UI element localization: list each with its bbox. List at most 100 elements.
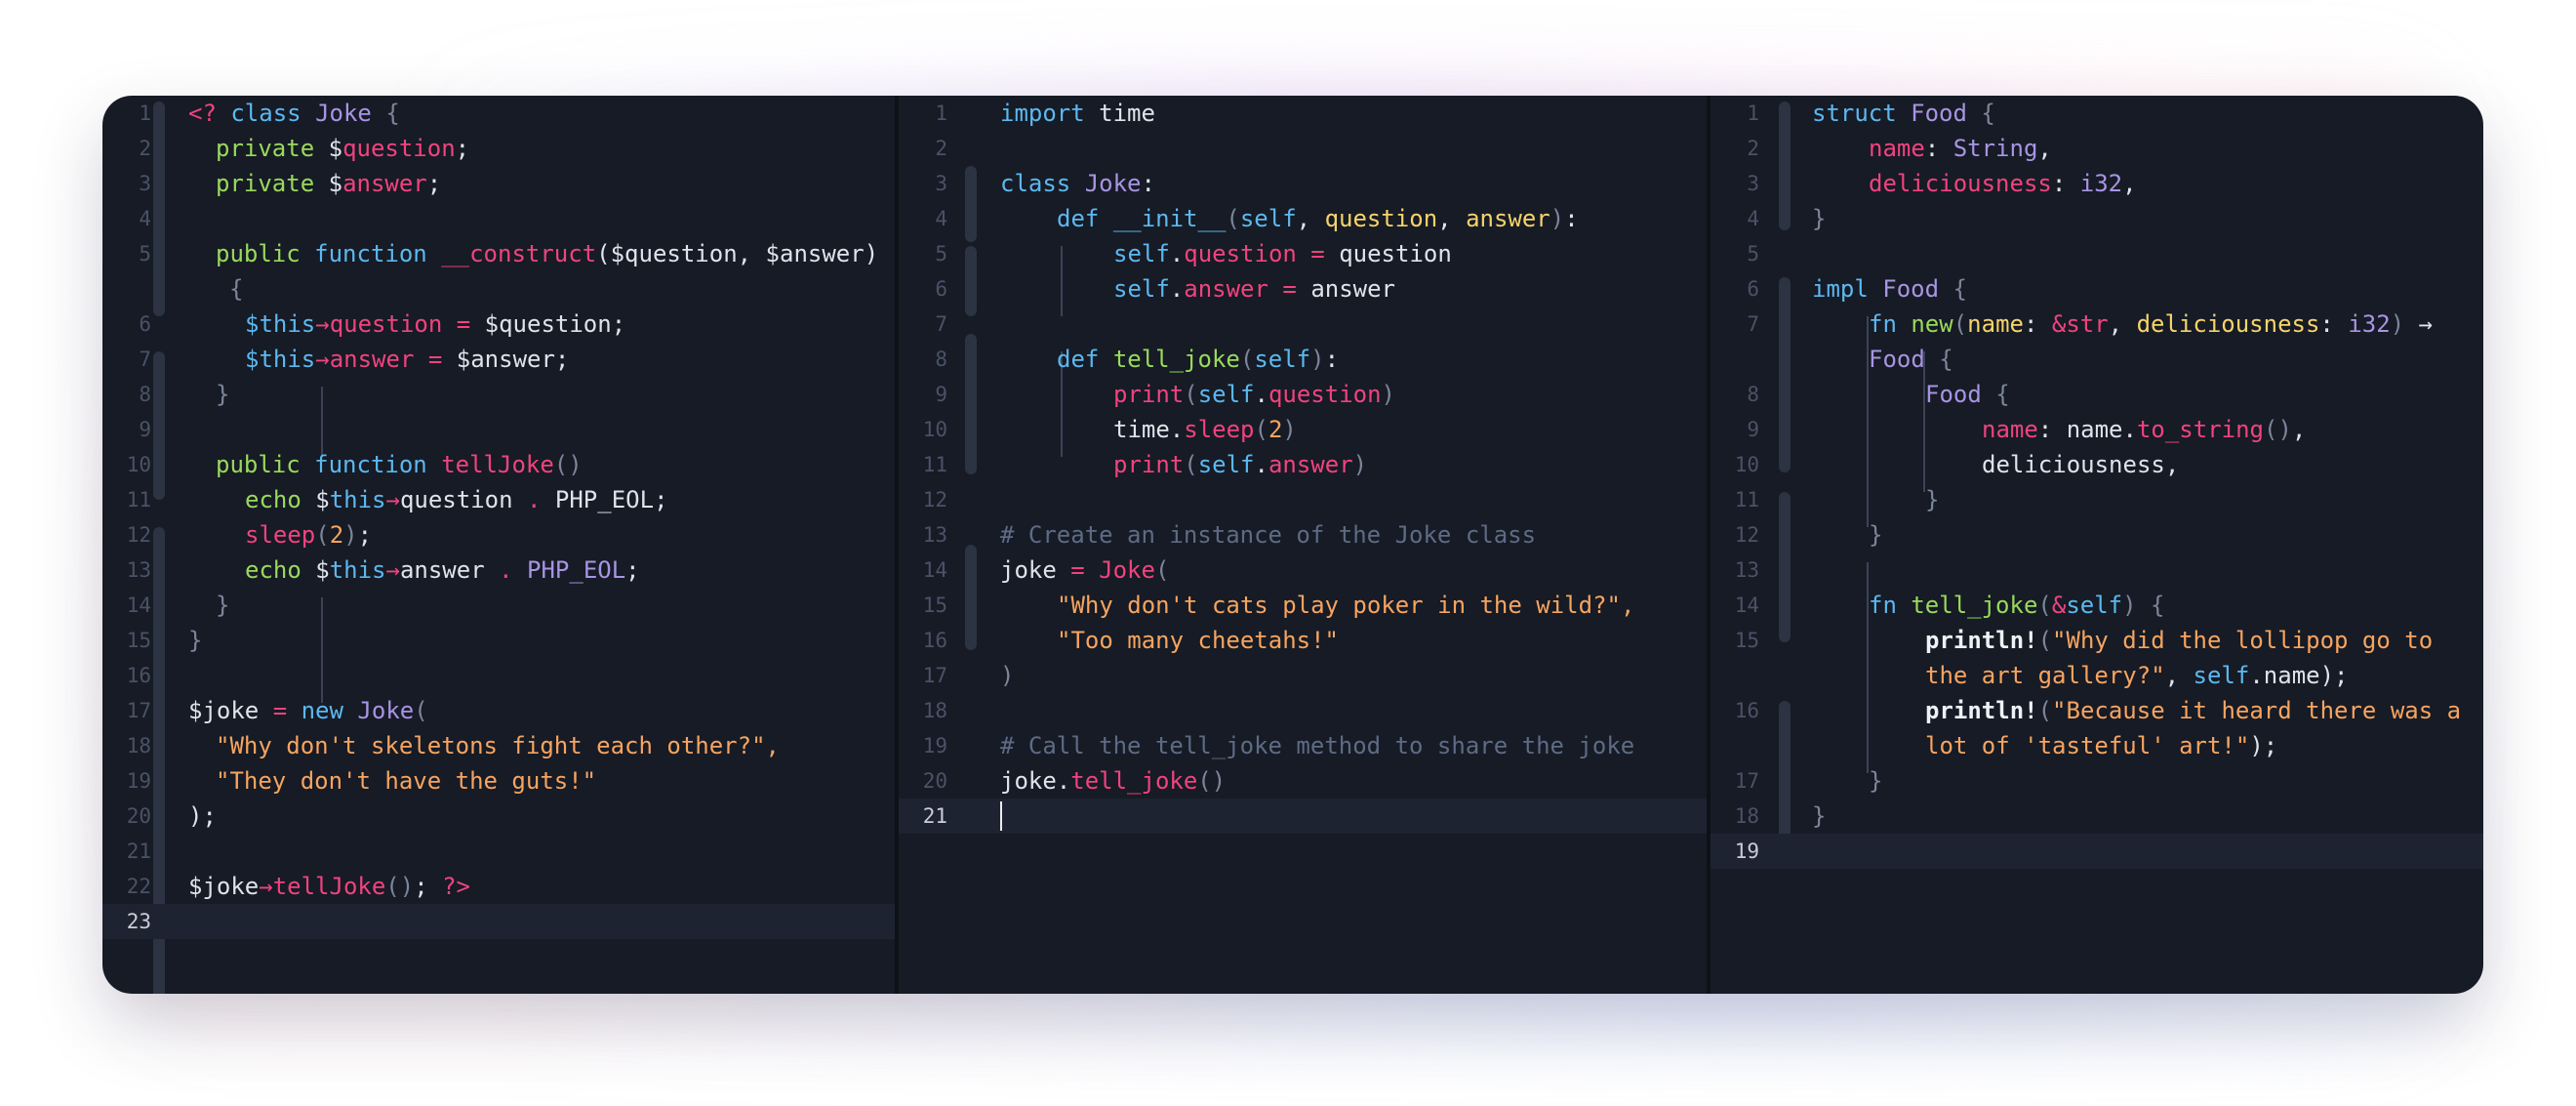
code-token: () [553, 451, 583, 478]
code-line: 2 [899, 131, 1707, 166]
code-token: # Create an instance of the Joke class [1000, 517, 1536, 553]
code-token: ( [1154, 556, 1170, 584]
code-token: this [329, 556, 386, 584]
line-number: 12 [1734, 523, 1759, 547]
line-number: 19 [922, 734, 947, 758]
code-token: to_string [2136, 416, 2264, 443]
code-token: joke.tell_joke() [1000, 763, 1226, 799]
code-token: ( [1254, 416, 1268, 443]
code-token: print(self.question) [1113, 377, 1395, 412]
code-line: 19 # Call the tell_joke method to share t… [899, 728, 1707, 763]
code-token: $joke→tellJoke(); ?> [188, 869, 470, 904]
line-number: 1 [935, 102, 947, 125]
code-token: . [1254, 451, 1268, 478]
code-token: <? [188, 100, 217, 127]
code-token: import time [1000, 96, 1155, 131]
code-token: self [1197, 451, 1255, 478]
code-token: Joke [315, 100, 372, 127]
code-token: name: String, [1869, 131, 2052, 166]
code-token: function [314, 451, 427, 478]
code-token: the art gallery?" [1925, 662, 2165, 689]
code-line: 2 name: String, [1711, 131, 2483, 166]
code-line: 15 println!("Why did the lollipop go to [1711, 623, 2483, 658]
code-token: Joke [357, 697, 415, 724]
code-line: 9 name: name.to_string(), [1711, 412, 2483, 447]
code-token: ( [315, 521, 330, 549]
line-number: 3 [139, 172, 151, 195]
code-token: sleep [245, 521, 316, 549]
code-line: 10 public function tellJoke() [102, 447, 895, 482]
code-token: $joke = new Joke( [188, 693, 428, 728]
code-token: # Call the tell_joke method to share the… [1000, 728, 1634, 763]
code-line: 2 private $question; [102, 131, 895, 166]
code-token: joke [1000, 556, 1057, 584]
code-token: &str [2051, 310, 2109, 338]
code-token: ( [2037, 697, 2053, 724]
python-editor-pane[interactable]: 1 import time 2 3 class Joke: 4 def __init_… [895, 96, 1707, 994]
line-number: 23 [126, 910, 151, 933]
code-token: $ [328, 170, 343, 197]
line-number: 6 [935, 277, 947, 301]
code-token: } [1925, 486, 1940, 513]
code-token: . [1056, 767, 1071, 795]
code-token: question [329, 310, 443, 338]
code-token: "Why don't skeletons fight each other?", [216, 728, 780, 763]
code-line: 17} [1711, 763, 2483, 799]
code-token: class [230, 100, 302, 127]
code-token: ); [188, 799, 217, 834]
code-token: ( [1952, 310, 1968, 338]
code-token: "Too many cheetahs!" [1057, 627, 1339, 654]
code-line: 15} [102, 623, 895, 658]
code-token: ( [1226, 205, 1240, 232]
code-token: , [2164, 451, 2180, 478]
code-token: } [1925, 482, 1939, 517]
code-token: self [1197, 381, 1255, 408]
line-number: 6 [1747, 277, 1759, 301]
code-token: ) [2390, 310, 2405, 338]
code-token: $answer; [456, 346, 570, 373]
code-token: ) [1310, 346, 1325, 373]
line-number: 5 [139, 242, 151, 266]
code-token: } [216, 381, 230, 408]
code-line: 1 <? class Joke { [102, 96, 895, 131]
code-token: print(self.answer) [1113, 447, 1367, 482]
code-token: () [2264, 416, 2292, 443]
code-token: ( [1239, 346, 1255, 373]
code-token: "Why don't skeletons fight each other?", [216, 732, 780, 759]
code-token: $joke [188, 873, 260, 900]
line-number: 12 [922, 488, 947, 512]
code-token: Food { [1925, 377, 2010, 412]
code-token: ; [455, 135, 470, 162]
code-token: answer [399, 556, 485, 584]
code-token: public function tellJoke() [216, 447, 583, 482]
code-line: 7 $this→answer = $answer; [102, 342, 895, 377]
rust-editor-pane[interactable]: 1 struct Food { 2 name: String, 3 delicious… [1707, 96, 2483, 994]
code-lines: 1 import time 2 3 class Joke: 4 def __init_… [899, 96, 1707, 834]
line-number: 16 [126, 664, 151, 687]
code-token: $ [328, 135, 343, 162]
code-token: lot of 'tasteful' art!" [1925, 732, 2250, 759]
php-editor-pane[interactable]: 1 <? class Joke { 2 private $question; 3 pr… [102, 96, 895, 994]
code-token: # Call the tell_joke method to share the… [1000, 732, 1635, 759]
code-line: 19 "They don't have the guts!" [102, 763, 895, 799]
code-token: ) [1381, 381, 1395, 408]
code-token: ?> [442, 873, 471, 900]
line-number: 9 [1747, 418, 1759, 441]
line-number: 10 [1734, 453, 1759, 476]
code-token: echo $this→question . PHP_EOL; [245, 482, 668, 517]
line-number: 15 [1734, 629, 1759, 652]
code-line: 20); [102, 799, 895, 834]
code-token: { [1952, 275, 1967, 303]
code-lines: 1 struct Food { 2 name: String, 3 delicious… [1711, 96, 2483, 869]
line-number: 18 [126, 734, 151, 758]
code-token: ) [1000, 658, 1014, 693]
code-token: struct Food { [1812, 96, 1995, 131]
code-line: 3 private $answer; [102, 166, 895, 201]
code-token: } [1869, 517, 1882, 553]
line-number: 4 [1747, 207, 1759, 230]
line-number: 11 [1734, 488, 1759, 512]
code-token: sleep(2); [245, 517, 372, 553]
code-token: } [188, 623, 202, 658]
code-line: 17) [899, 658, 1707, 693]
code-token: } [1869, 767, 1883, 795]
